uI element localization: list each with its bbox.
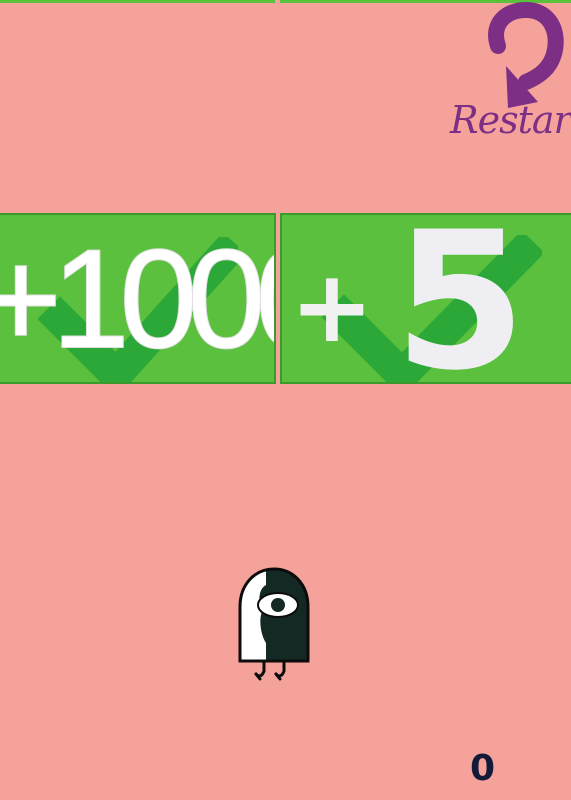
restart-arrow-icon xyxy=(488,2,564,108)
restart-label: Restart xyxy=(450,98,571,142)
left-choice-panel[interactable]: +10000 xyxy=(0,213,276,384)
score-counter: 0 xyxy=(470,748,496,789)
right-choice-panel[interactable]: + 5 xyxy=(280,213,571,384)
one-eyed-ghost-character xyxy=(238,567,310,681)
restart-button[interactable]: Restart xyxy=(444,2,571,152)
right-panel-sign: + xyxy=(290,248,374,365)
right-panel-value: 5 xyxy=(394,213,527,384)
top-strip-left xyxy=(0,0,275,3)
left-panel-value: +10000 xyxy=(0,220,274,377)
